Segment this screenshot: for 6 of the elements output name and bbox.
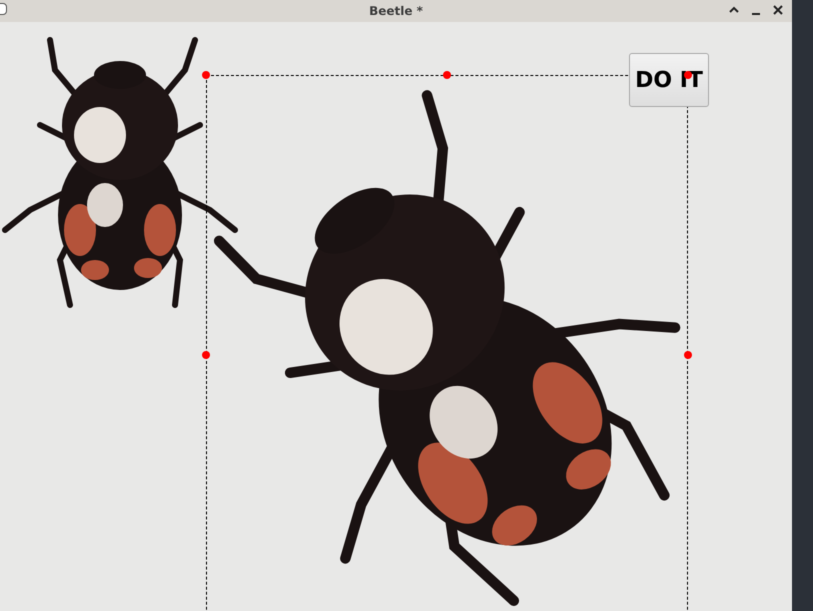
selection-handle[interactable]: [202, 351, 210, 359]
selection-handle[interactable]: [202, 71, 210, 79]
selection-handle[interactable]: [684, 351, 692, 359]
selection-handle[interactable]: [684, 71, 692, 79]
selection-handle[interactable]: [443, 71, 451, 79]
window-title: Beetle *: [369, 3, 423, 20]
